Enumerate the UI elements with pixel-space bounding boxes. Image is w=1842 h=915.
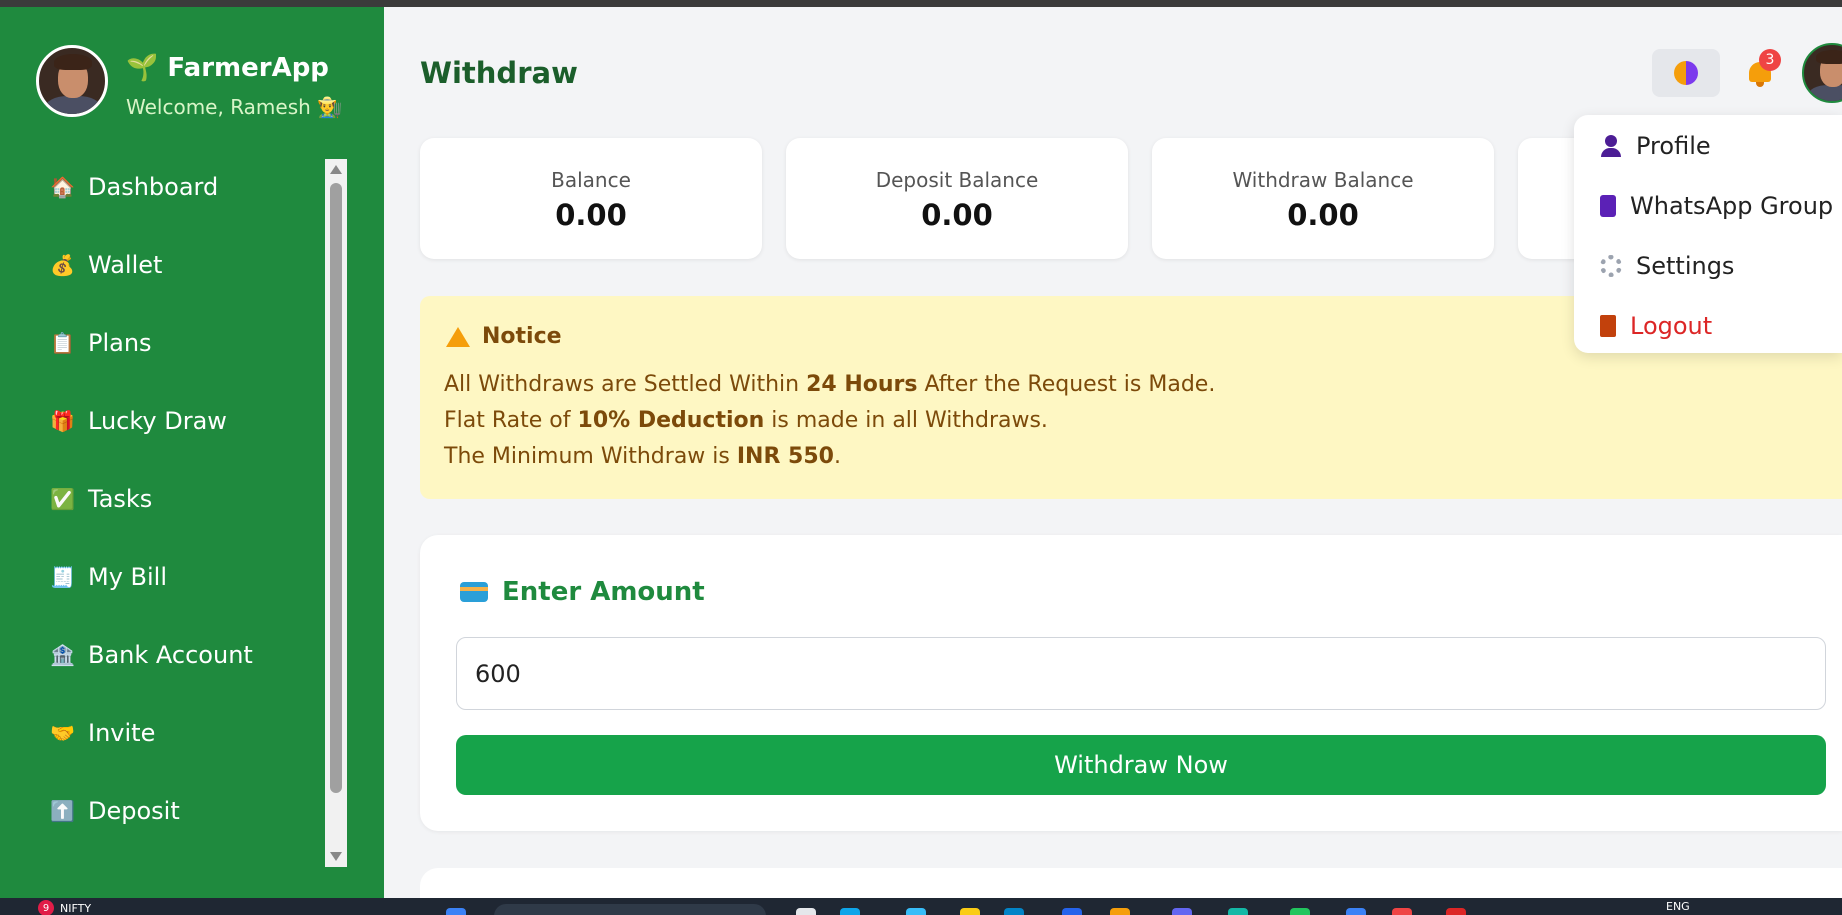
taskbar-app-icon[interactable] bbox=[1110, 908, 1130, 915]
notice-heading: Notice bbox=[446, 324, 562, 349]
os-taskbar: 9 NIFTY ENG bbox=[0, 898, 1842, 915]
page-title: Withdraw bbox=[420, 56, 578, 90]
sidebar-item-label: Dashboard bbox=[88, 173, 219, 201]
profile-dropdown-menu: Profile WhatsApp Group Settings Logout bbox=[1574, 115, 1842, 353]
sidebar-item-my-bill[interactable]: 🧾 My Bill bbox=[50, 552, 167, 602]
stat-label: Balance bbox=[551, 168, 631, 192]
taskbar-widget[interactable]: 9 NIFTY bbox=[38, 900, 91, 915]
sidebar-item-label: Deposit bbox=[88, 797, 180, 825]
taskbar-widget-label: NIFTY bbox=[60, 901, 92, 915]
amount-input[interactable] bbox=[456, 637, 1826, 710]
form-heading-label: Enter Amount bbox=[502, 577, 705, 607]
sidebar-item-label: Invite bbox=[88, 719, 156, 747]
taskbar-app-icon[interactable] bbox=[906, 908, 926, 915]
taskbar-app-icon[interactable] bbox=[1172, 908, 1192, 915]
menu-item-label: Logout bbox=[1630, 312, 1713, 340]
check-box-icon: ✅ bbox=[50, 487, 75, 511]
menu-item-profile[interactable]: Profile bbox=[1600, 126, 1711, 166]
sidebar-item-invite[interactable]: 🤝 Invite bbox=[50, 708, 155, 758]
stat-value: 0.00 bbox=[921, 198, 993, 232]
sidebar-item-dashboard[interactable]: 🏠 Dashboard bbox=[50, 162, 218, 212]
notification-badge: 3 bbox=[1759, 49, 1781, 71]
chrome-icon[interactable] bbox=[1446, 908, 1466, 915]
user-icon bbox=[1600, 135, 1622, 157]
notice-line: The Minimum Withdraw is INR 550. bbox=[444, 444, 841, 469]
sidebar-item-label: Lucky Draw bbox=[88, 407, 227, 435]
withdraw-form-card: Enter Amount Withdraw Now bbox=[420, 535, 1842, 831]
sidebar-item-label: My Bill bbox=[88, 563, 168, 591]
sidebar-scrollbar[interactable] bbox=[325, 159, 347, 867]
sidebar-item-label: Bank Account bbox=[88, 641, 253, 669]
start-icon[interactable] bbox=[446, 908, 466, 915]
home-icon: 🏠 bbox=[50, 175, 75, 199]
money-bag-icon: 💰 bbox=[50, 253, 75, 277]
scroll-up-arrow-icon[interactable] bbox=[330, 165, 342, 174]
app-title: 🌱 FarmerApp bbox=[126, 53, 329, 83]
taskbar-app-icon[interactable] bbox=[796, 908, 816, 915]
sidebar-item-bank-account[interactable]: 🏦 Bank Account bbox=[50, 630, 253, 680]
notice-title: Notice bbox=[482, 324, 562, 349]
browser-top-strip bbox=[0, 0, 1842, 7]
menu-item-label: WhatsApp Group bbox=[1630, 192, 1834, 220]
balance-card: Balance 0.00 bbox=[420, 138, 762, 259]
menu-item-settings[interactable]: Settings bbox=[1600, 246, 1734, 286]
taskbar-app-icon[interactable] bbox=[1004, 908, 1024, 915]
taskbar-app-icon[interactable] bbox=[1228, 908, 1248, 915]
phone-icon bbox=[1600, 195, 1616, 217]
deposit-balance-card: Deposit Balance 0.00 bbox=[786, 138, 1128, 259]
taskbar-app-icon[interactable] bbox=[1062, 908, 1082, 915]
taskbar-app-icon[interactable] bbox=[1346, 908, 1366, 915]
stock-badge: 9 bbox=[38, 900, 54, 915]
stat-value: 0.00 bbox=[555, 198, 627, 232]
folder-icon[interactable] bbox=[960, 908, 980, 915]
menu-item-label: Profile bbox=[1636, 132, 1711, 160]
withdraw-now-button[interactable]: Withdraw Now bbox=[456, 735, 1826, 795]
sidebar-item-wallet[interactable]: 💰 Wallet bbox=[50, 240, 162, 290]
credit-card-icon bbox=[460, 582, 488, 602]
sidebar-item-label: Plans bbox=[88, 329, 152, 357]
scrollbar-thumb[interactable] bbox=[330, 183, 342, 793]
clipboard-icon: 📋 bbox=[50, 331, 75, 355]
sidebar-item-deposit[interactable]: ⬆️ Deposit bbox=[50, 786, 180, 836]
sidebar-item-plans[interactable]: 📋 Plans bbox=[50, 318, 152, 368]
sidebar-item-lucky-draw[interactable]: 🎁 Lucky Draw bbox=[50, 396, 227, 446]
taskbar-app-icon[interactable] bbox=[1290, 908, 1310, 915]
user-avatar[interactable] bbox=[36, 45, 108, 117]
sidebar-item-label: Wallet bbox=[88, 251, 163, 279]
taskbar-search[interactable] bbox=[494, 904, 766, 915]
menu-item-whatsapp-group[interactable]: WhatsApp Group bbox=[1600, 186, 1833, 226]
menu-item-logout[interactable]: Logout bbox=[1600, 306, 1712, 346]
door-icon bbox=[1600, 315, 1616, 337]
sidebar-item-label: Tasks bbox=[88, 485, 153, 513]
form-heading: Enter Amount bbox=[460, 577, 705, 607]
arrow-up-icon: ⬆️ bbox=[50, 799, 75, 823]
gear-icon bbox=[1600, 255, 1622, 277]
stat-label: Deposit Balance bbox=[875, 168, 1039, 192]
brand-block: 🌱 FarmerApp Welcome, Ramesh 👨‍🌾 bbox=[36, 45, 376, 125]
gift-icon: 🎁 bbox=[50, 409, 75, 433]
theme-toggle-button[interactable] bbox=[1652, 49, 1720, 97]
language-indicator[interactable]: ENG bbox=[1666, 900, 1690, 913]
warning-icon bbox=[446, 326, 470, 347]
welcome-text: Welcome, Ramesh 👨‍🌾 bbox=[126, 95, 343, 119]
taskbar-app-icon[interactable] bbox=[1392, 908, 1412, 915]
sidebar-nav: 🏠 Dashboard 💰 Wallet 📋 Plans 🎁 Lucky Dra… bbox=[0, 147, 320, 862]
scroll-down-arrow-icon[interactable] bbox=[330, 852, 342, 861]
header-avatar[interactable] bbox=[1802, 43, 1842, 103]
sidebar: 🌱 FarmerApp Welcome, Ramesh 👨‍🌾 🏠 Dashbo… bbox=[0, 7, 384, 898]
taskbar-app-icon[interactable] bbox=[840, 908, 860, 915]
theme-icon bbox=[1674, 61, 1698, 85]
handshake-icon: 🤝 bbox=[50, 721, 75, 745]
sidebar-item-tasks[interactable]: ✅ Tasks bbox=[50, 474, 152, 524]
menu-item-label: Settings bbox=[1636, 252, 1735, 280]
stat-label: Withdraw Balance bbox=[1232, 168, 1414, 192]
withdraw-balance-card: Withdraw Balance 0.00 bbox=[1152, 138, 1494, 259]
notice-line: Flat Rate of 10% Deduction is made in al… bbox=[444, 408, 1048, 433]
bank-icon: 🏦 bbox=[50, 643, 75, 667]
receipt-icon: 🧾 bbox=[50, 565, 75, 589]
stat-value: 0.00 bbox=[1287, 198, 1359, 232]
notice-line: All Withdraws are Settled Within 24 Hour… bbox=[444, 372, 1216, 397]
